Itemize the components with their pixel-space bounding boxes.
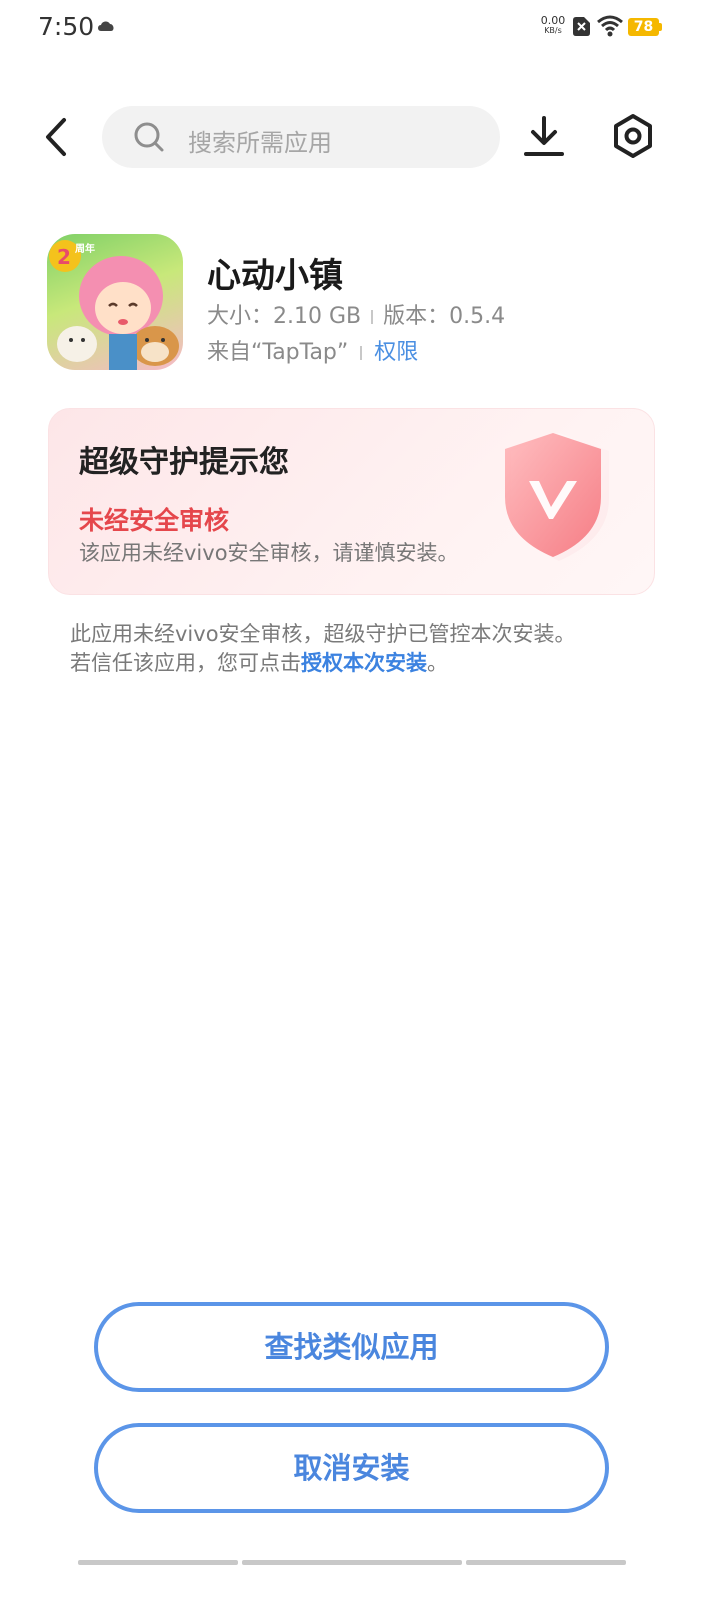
status-time: 7:50 — [38, 12, 95, 41]
protection-warning: 未经安全审核 — [79, 506, 230, 535]
nav-indicator — [466, 1560, 626, 1565]
divider — [371, 310, 374, 324]
search-icon — [134, 122, 164, 152]
app-size: 大小：2.10 GB — [207, 304, 362, 329]
network-speed: 0.00 KB/s — [540, 14, 566, 35]
app-source-row: 来自“TapTap” 权限 — [207, 334, 418, 366]
svg-text:2: 2 — [57, 245, 71, 269]
find-similar-apps-button[interactable]: 查找类似应用 — [94, 1302, 609, 1392]
sim-disabled-icon — [573, 17, 590, 36]
svg-text:周年: 周年 — [75, 242, 95, 255]
search-placeholder: 搜索所需应用 — [188, 129, 332, 157]
notice-line-2: 若信任该应用，您可点击授权本次安装。 — [70, 651, 448, 675]
back-icon[interactable] — [40, 116, 76, 158]
battery-icon: 78 — [628, 18, 662, 36]
protection-description: 该应用未经vivo安全审核，请谨慎安装。 — [79, 541, 459, 565]
status-bar: 7:50 0.00 KB/s 78 — [0, 0, 720, 56]
cancel-install-button[interactable]: 取消安装 — [94, 1423, 609, 1513]
permission-link[interactable]: 权限 — [374, 340, 418, 365]
notice-line-1: 此应用未经vivo安全审核，超级守护已管控本次安装。 — [70, 622, 576, 646]
battery-level: 78 — [633, 19, 654, 35]
app-version: 版本：0.5.4 — [383, 304, 506, 329]
divider — [360, 346, 363, 360]
settings-icon[interactable] — [612, 113, 654, 159]
protection-card: 超级守护提示您 未经安全审核 该应用未经vivo安全审核，请谨慎安装。 — [48, 408, 655, 595]
search-input[interactable]: 搜索所需应用 — [102, 106, 500, 168]
cloud-icon — [98, 21, 114, 31]
app-source: 来自“TapTap” — [207, 340, 349, 365]
notice-text: 此应用未经vivo安全审核，超级守护已管控本次安装。 若信任该应用，您可点击授权… — [70, 620, 670, 678]
nav-indicator — [78, 1560, 238, 1565]
shield-icon — [505, 433, 609, 561]
download-icon[interactable] — [522, 114, 566, 158]
authorize-install-link[interactable]: 授权本次安装 — [301, 651, 427, 675]
app-meta: 大小：2.10 GB 版本：0.5.4 — [207, 298, 505, 330]
nav-indicator — [242, 1560, 462, 1565]
protection-title: 超级守护提示您 — [79, 445, 289, 480]
wifi-icon — [597, 15, 623, 37]
app-icon: 2 周年 — [47, 234, 183, 370]
app-name: 心动小镇 — [207, 256, 343, 296]
